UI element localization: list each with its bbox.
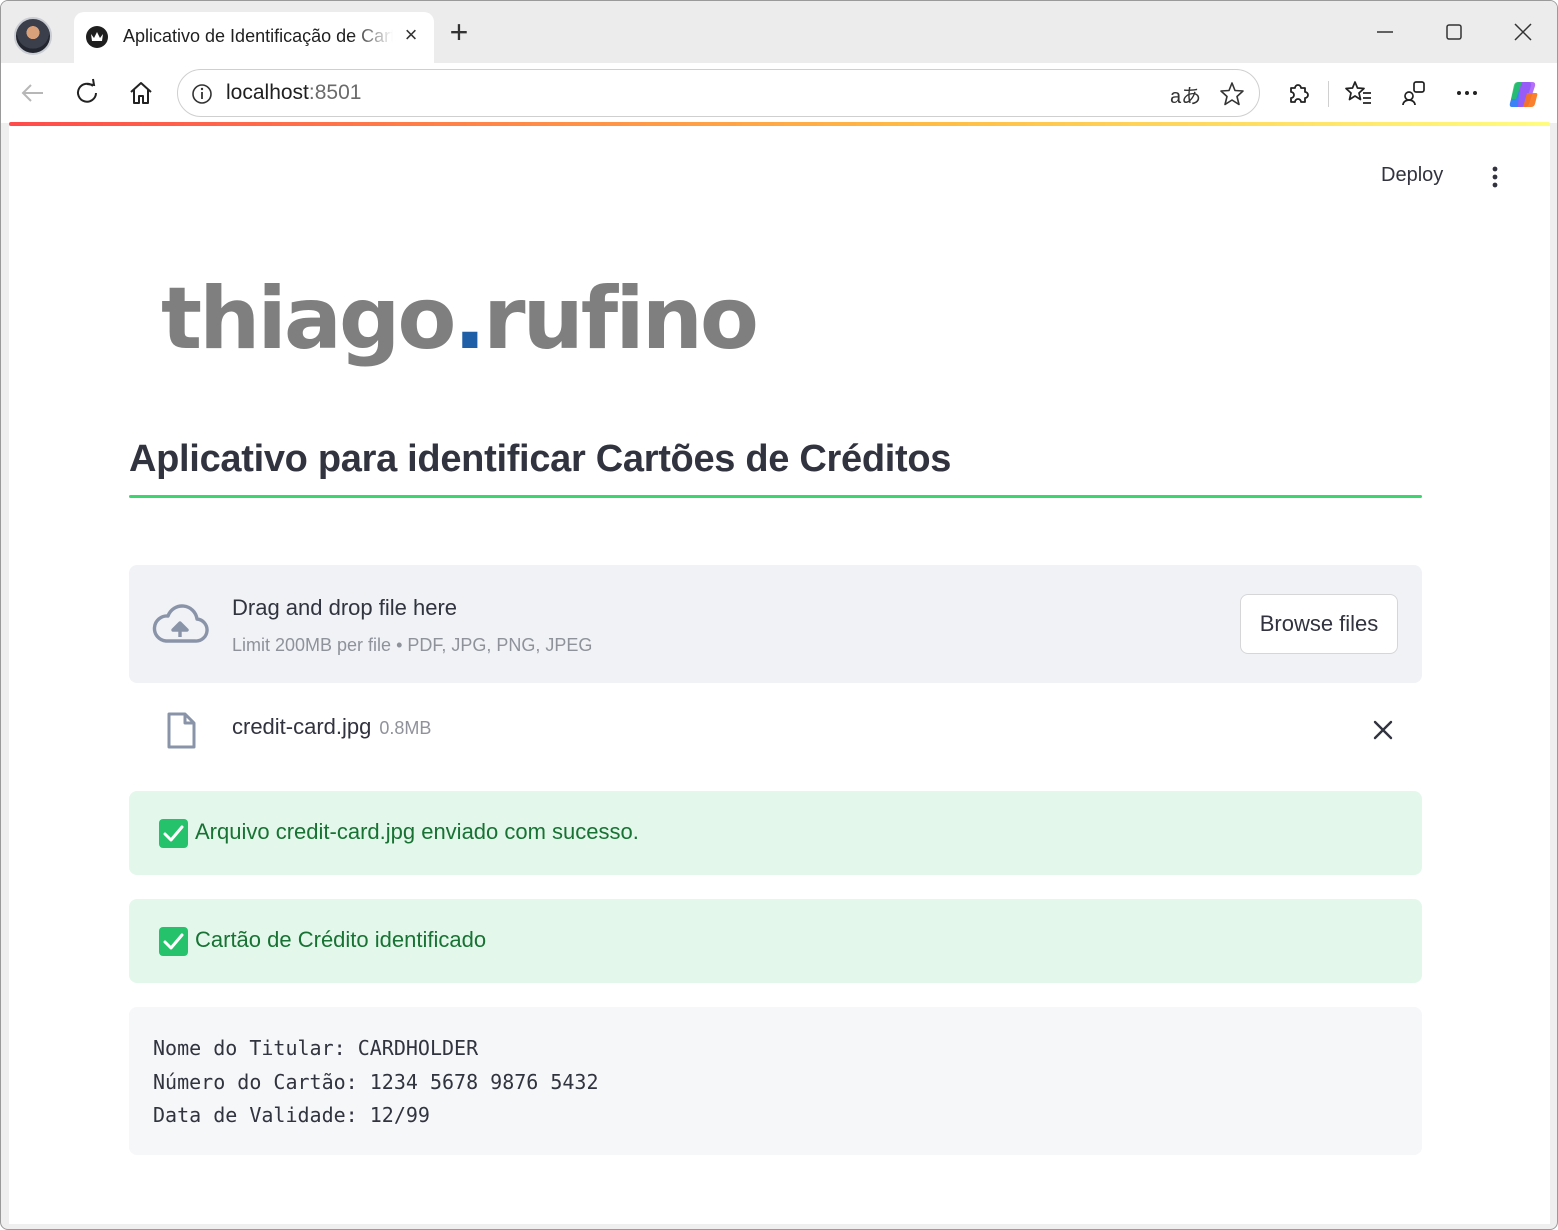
more-icon[interactable] bbox=[1451, 77, 1483, 109]
browser-tab-active[interactable]: Aplicativo de Identificação de Cartões d… bbox=[74, 12, 434, 63]
checkmark-icon bbox=[159, 927, 188, 956]
star-icon[interactable] bbox=[1218, 80, 1246, 108]
deploy-button[interactable]: Deploy bbox=[1381, 164, 1443, 187]
logo-part1: thiago bbox=[161, 269, 456, 369]
dropzone-limit: Limit 200MB per file • PDF, JPG, PNG, JP… bbox=[232, 635, 593, 655]
page-title: Aplicativo para identificar Cartões de C… bbox=[129, 438, 952, 480]
file-size: 0.8MB bbox=[379, 718, 432, 738]
toolbar-separator bbox=[1328, 81, 1329, 107]
checkmark-icon bbox=[159, 819, 188, 848]
url-host: localhost bbox=[226, 81, 309, 104]
copilot-icon[interactable] bbox=[1506, 77, 1538, 109]
url-port: :8501 bbox=[308, 81, 362, 104]
uploaded-file-row: credit-card.jpg 0.8MB bbox=[129, 698, 1422, 762]
close-icon[interactable]: × bbox=[400, 24, 422, 46]
tab-title: Aplicativo de Identificação de Cartões d… bbox=[123, 26, 393, 46]
logo-part2: rufino bbox=[483, 269, 759, 369]
success-alert-text: Arquivo credit-card.jpg enviado com suce… bbox=[195, 819, 639, 844]
maximize-icon[interactable] bbox=[1434, 15, 1474, 49]
minimize-icon[interactable] bbox=[1365, 15, 1405, 49]
file-dropzone[interactable]: Drag and drop file here Limit 200MB per … bbox=[129, 565, 1422, 683]
success-alert-upload: Arquivo credit-card.jpg enviado com suce… bbox=[129, 791, 1422, 875]
home-icon[interactable] bbox=[125, 77, 157, 109]
file-icon bbox=[165, 712, 197, 750]
window-close-icon[interactable] bbox=[1503, 15, 1543, 49]
success-alert-identified: Cartão de Crédito identificado bbox=[129, 899, 1422, 983]
browse-files-button[interactable]: Browse files bbox=[1240, 594, 1398, 654]
extensions-icon[interactable] bbox=[1283, 77, 1315, 109]
file-name: credit-card.jpg bbox=[232, 714, 372, 739]
app-page: Deploy thiago.rufino Aplicativo para ide… bbox=[9, 126, 1550, 1224]
plus-icon[interactable]: + bbox=[444, 16, 474, 48]
logo-dot: . bbox=[453, 269, 487, 369]
result-card-number-line: Número do Cartão: 1234 5678 9876 5432 bbox=[153, 1070, 599, 1094]
close-icon[interactable] bbox=[1369, 716, 1397, 744]
favorites-icon[interactable] bbox=[1343, 77, 1375, 109]
cloud-upload-icon bbox=[151, 603, 209, 645]
kebab-menu-icon[interactable] bbox=[1483, 164, 1507, 192]
reload-icon[interactable] bbox=[71, 77, 103, 109]
share-icon[interactable] bbox=[1397, 77, 1429, 109]
info-icon[interactable] bbox=[190, 82, 214, 106]
translate-icon[interactable]: aあ bbox=[1170, 80, 1201, 109]
tab-strip: Aplicativo de Identificação de Cartões d… bbox=[1, 1, 1557, 63]
back-arrow-icon[interactable] bbox=[17, 77, 49, 109]
result-expiry-line: Data de Validade: 12/99 bbox=[153, 1103, 430, 1127]
logo-image: thiago.rufino bbox=[161, 276, 759, 362]
browser-window: Aplicativo de Identificação de Cartões d… bbox=[0, 0, 1558, 1230]
result-code-block: Nome do Titular: CARDHOLDER Número do Ca… bbox=[129, 1007, 1422, 1155]
crown-icon bbox=[86, 26, 108, 48]
uploaded-file-info: credit-card.jpg 0.8MB bbox=[232, 714, 431, 740]
success-alert-text: Cartão de Crédito identificado bbox=[195, 927, 487, 952]
url-text[interactable]: localhost:8501 bbox=[226, 81, 361, 105]
browser-toolbar: localhost:8501 aあ bbox=[1, 63, 1557, 123]
address-bar[interactable]: localhost:8501 aあ bbox=[177, 69, 1260, 117]
dropzone-title: Drag and drop file here bbox=[232, 595, 458, 620]
result-cardholder-line: Nome do Titular: CARDHOLDER bbox=[153, 1036, 479, 1060]
title-divider bbox=[129, 495, 1422, 498]
profile-avatar[interactable] bbox=[14, 17, 52, 55]
